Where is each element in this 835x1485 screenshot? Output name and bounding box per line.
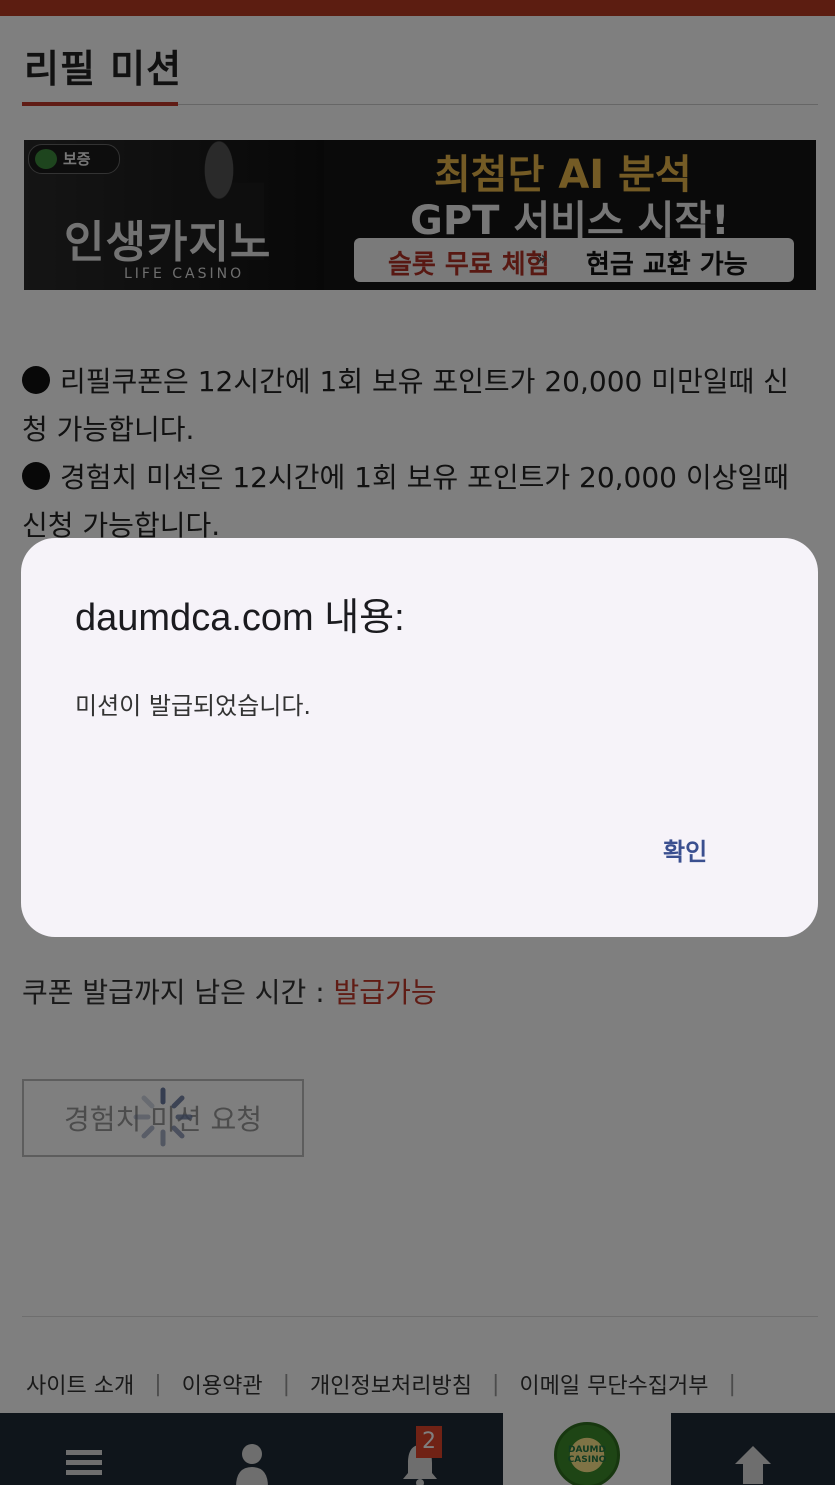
alert-dialog: daumdca.com 내용: 미션이 발급되었습니다. 확인 bbox=[21, 538, 818, 937]
dialog-title: daumdca.com 내용: bbox=[75, 597, 405, 639]
confirm-button[interactable]: 확인 bbox=[653, 828, 717, 871]
dialog-message: 미션이 발급되었습니다. bbox=[75, 692, 312, 720]
